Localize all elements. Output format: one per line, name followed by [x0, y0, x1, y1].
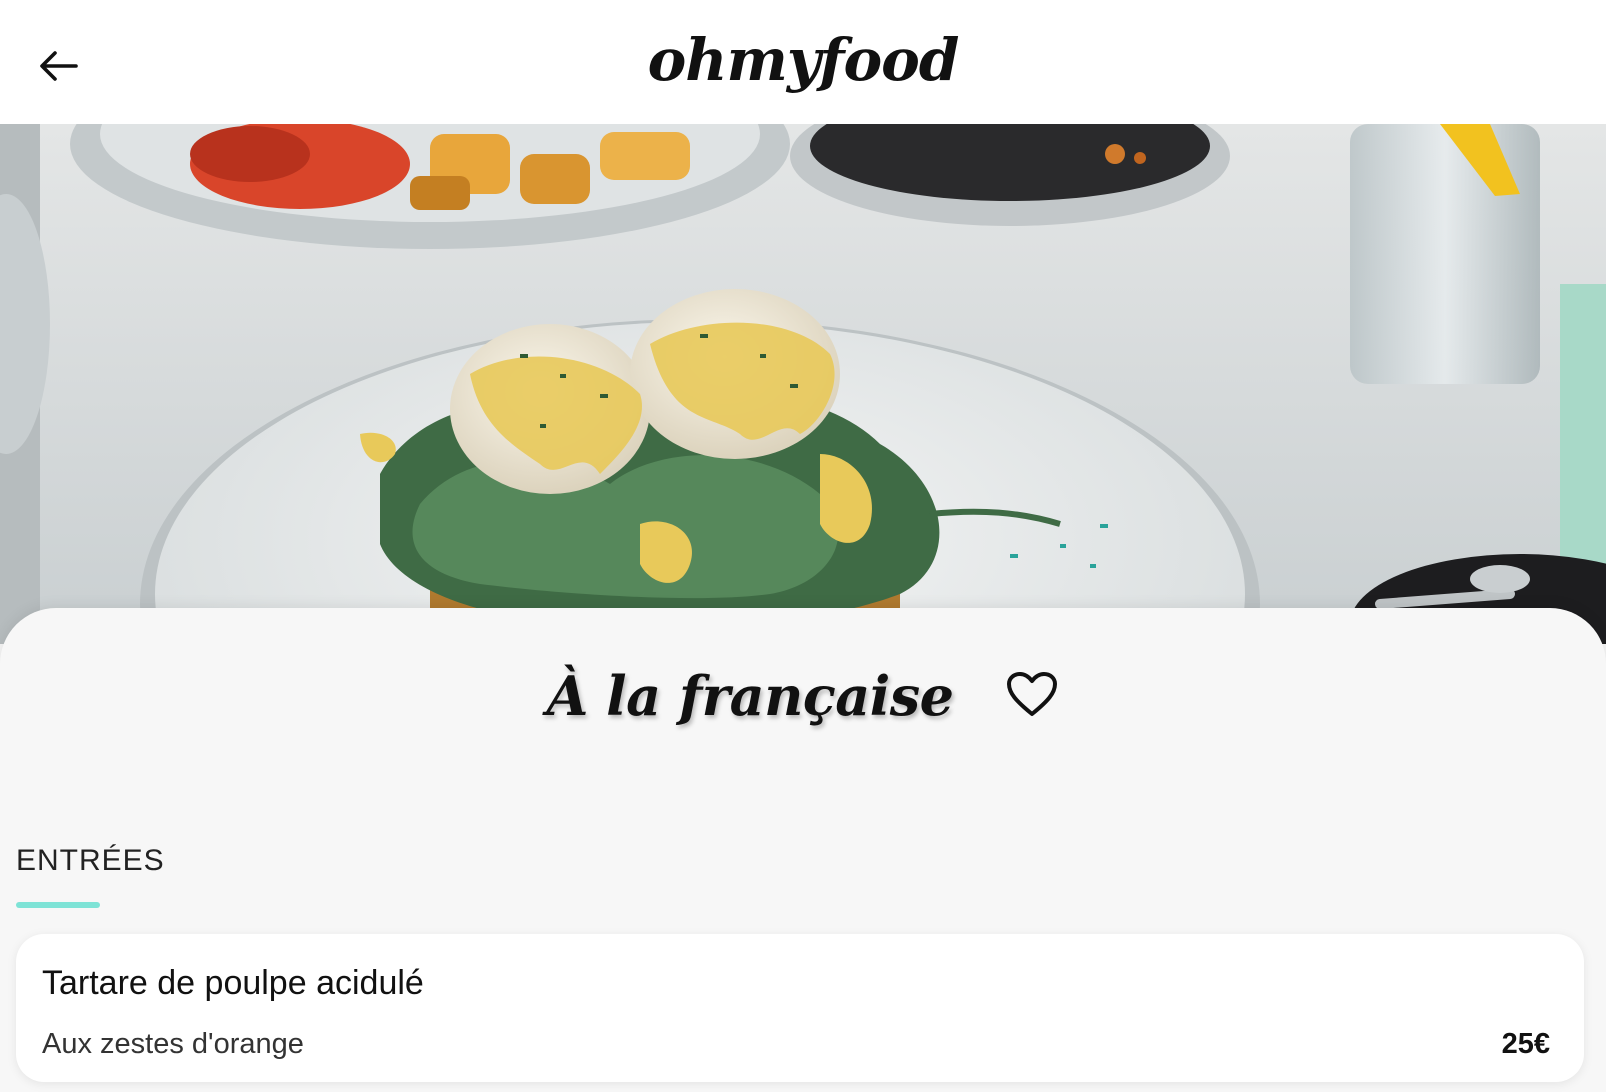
dish-name: Tartare de poulpe acidulé [42, 964, 424, 1002]
section-label-entrees: ENTRÉES [16, 844, 165, 877]
app-header: ohmyfood [0, 0, 1606, 124]
restaurant-panel: À la française ENTRÉES Tartare de poulpe… [0, 608, 1606, 1092]
brand-logo[interactable]: ohmyfood [648, 26, 960, 94]
restaurant-title: À la française [546, 664, 954, 728]
section-underline [16, 902, 100, 908]
dish-description: Aux zestes d'orange [42, 1028, 304, 1060]
arrow-left-icon [38, 50, 78, 87]
hero-image [0, 124, 1606, 644]
dish-price: 25€ [1501, 1028, 1550, 1060]
heart-outline-icon [1006, 671, 1058, 722]
back-button[interactable] [32, 42, 84, 94]
food-photo [0, 124, 1606, 644]
title-row: À la française [0, 664, 1606, 728]
restaurant-page: ohmyfood À la française ENTRÉES Tartare … [0, 0, 1606, 1092]
dish-card[interactable]: Tartare de poulpe acidulé Aux zestes d'o… [16, 934, 1584, 1082]
favorite-button[interactable] [1006, 671, 1060, 721]
